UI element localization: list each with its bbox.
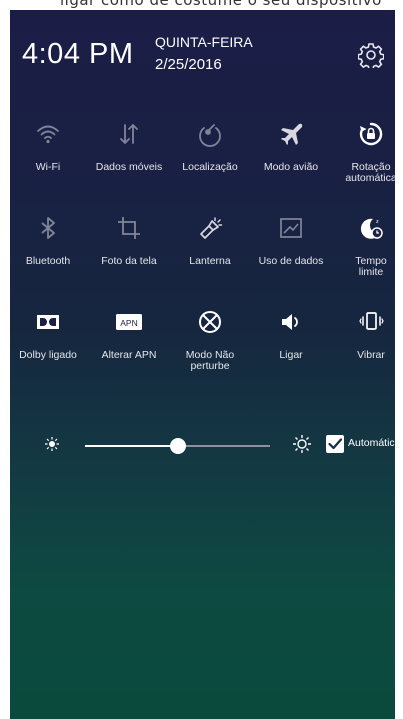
- tile-wifi[interactable]: Wi-Fi: [10, 120, 89, 173]
- tile-location[interactable]: Localização: [169, 120, 251, 173]
- airplane-icon: [281, 123, 303, 145]
- tile-label: Ligar: [279, 349, 303, 361]
- wifi-icon: [37, 125, 59, 144]
- tile-airplane-mode[interactable]: Modo avião: [250, 120, 332, 173]
- tile-label: Bluetooth: [25, 255, 71, 267]
- sun-small-icon: [45, 437, 59, 451]
- speaker-icon: [282, 314, 298, 330]
- brightness-row: Automático: [10, 430, 395, 460]
- notification-shade: 4:04 PM QUINTA-FEIRA 2/25/2016 Wi-Fi Dad…: [10, 10, 395, 719]
- dolby-icon: [37, 315, 59, 329]
- mobile-data-icon: [120, 124, 138, 144]
- tile-label: Dados móveis: [95, 161, 163, 173]
- apn-icon: APN: [116, 314, 142, 330]
- auto-brightness-checkbox[interactable]: [326, 435, 344, 453]
- tile-label: Wi-Fi: [35, 161, 61, 173]
- tile-label: Alterar APN: [101, 349, 157, 361]
- brightness-slider-track[interactable]: [177, 445, 270, 447]
- sun-large-icon: [293, 435, 311, 453]
- tile-do-not-disturb[interactable]: Modo Não perturbe: [169, 308, 251, 372]
- tile-label: Foto da tela: [101, 255, 157, 267]
- bluetooth-icon: [41, 217, 55, 239]
- do-not-disturb-icon: [199, 311, 221, 333]
- tile-change-apn[interactable]: APN Alterar APN: [88, 308, 170, 361]
- tile-data-usage[interactable]: Uso de dados: [250, 214, 332, 267]
- clock-time: 4:04 PM: [22, 38, 134, 70]
- crop-icon: [118, 217, 140, 239]
- tile-auto-rotate[interactable]: Rotação automática: [330, 120, 395, 184]
- tile-screenshot[interactable]: Foto da tela: [88, 214, 170, 267]
- location-icon: [199, 124, 221, 147]
- date-label: 2/25/2016: [155, 56, 222, 73]
- svg-text:z: z: [376, 219, 379, 225]
- tile-label: Vibrar: [357, 349, 385, 361]
- apn-icon-text: APN: [120, 318, 137, 328]
- background-app-text: ligar como de costume o seu dispositivo: [60, 0, 382, 9]
- tile-label: Tempo limite: [355, 255, 387, 278]
- tile-label: Lanterna: [189, 255, 231, 267]
- tile-label: Uso de dados: [258, 255, 324, 267]
- rotation-lock-icon: [359, 122, 383, 146]
- tile-vibrate[interactable]: Vibrar: [330, 308, 395, 361]
- brightness-slider-thumb[interactable]: [169, 438, 186, 454]
- tile-sound-on[interactable]: Ligar: [250, 308, 332, 361]
- tile-screen-timeout[interactable]: z Tempo limite: [330, 214, 395, 278]
- moon-timeout-icon: z: [360, 218, 383, 239]
- day-of-week: QUINTA-FEIRA: [155, 34, 253, 50]
- flashlight-icon: [200, 217, 223, 239]
- tile-label: Rotação automática: [345, 161, 395, 184]
- vibrate-icon: [359, 312, 384, 330]
- auto-brightness-label[interactable]: Automático: [348, 437, 395, 449]
- tile-label: Dolby ligado: [19, 349, 77, 361]
- data-usage-icon: [280, 218, 302, 238]
- tile-label: Modo avião: [263, 161, 319, 173]
- tile-label: Modo Não perturbe: [185, 349, 235, 372]
- background-app-strip: ligar como de costume o seu dispositivo: [0, 0, 403, 10]
- tile-mobile-data[interactable]: Dados móveis: [88, 120, 170, 173]
- tile-flashlight[interactable]: Lanterna: [169, 214, 251, 267]
- tile-dolby[interactable]: Dolby ligado: [10, 308, 89, 361]
- tile-bluetooth[interactable]: Bluetooth: [10, 214, 89, 267]
- gear-icon[interactable]: [357, 42, 385, 71]
- checkmark-icon: [328, 438, 343, 450]
- tile-label: Localização: [182, 161, 238, 173]
- brightness-slider-filled: [85, 445, 178, 447]
